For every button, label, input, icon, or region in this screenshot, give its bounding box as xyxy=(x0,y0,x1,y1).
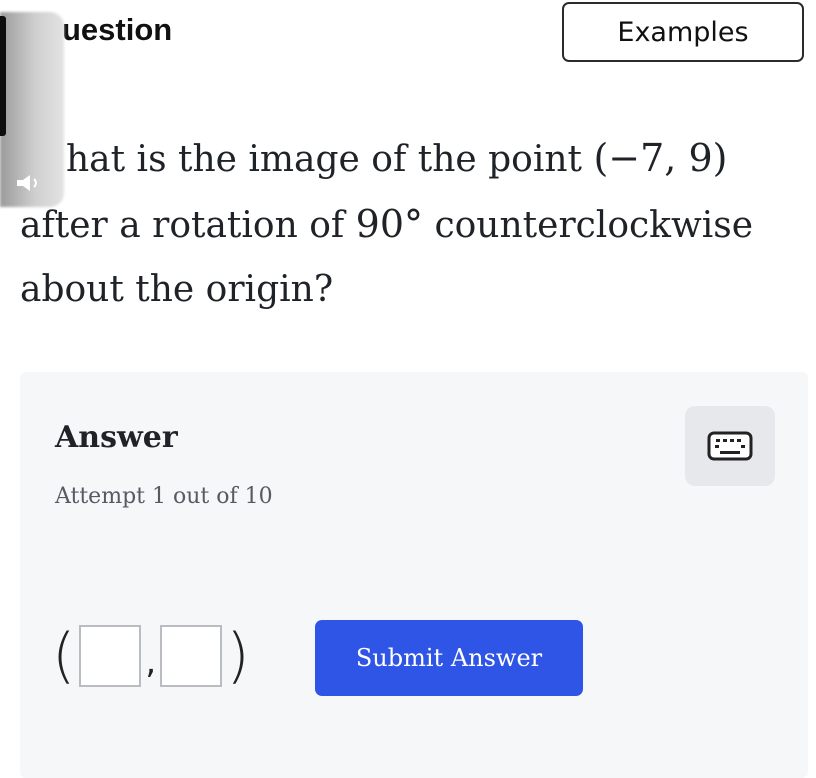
open-paren: ( xyxy=(52,621,76,691)
answer-panel: Answer Attempt 1 out of 10 ( , ) Submit … xyxy=(20,372,808,778)
keyboard-icon xyxy=(707,431,753,461)
question-line-1: hat is the image of the point (−7, 9) xyxy=(20,126,810,192)
question-line-2-end: counterclockwise xyxy=(423,205,754,246)
coordinate-answer-input: ( , ) xyxy=(52,616,250,696)
question-angle: 90° xyxy=(355,202,424,246)
comma-separator: , xyxy=(145,642,157,682)
question-line-2: after a rotation of 90° counterclockwise xyxy=(20,192,810,258)
y-coordinate-input[interactable] xyxy=(160,625,223,687)
question-line-2-text: after a rotation of xyxy=(20,205,356,246)
submit-answer-button[interactable]: Submit Answer xyxy=(315,620,583,696)
x-coordinate-input[interactable] xyxy=(79,625,142,687)
question-text: hat is the image of the point (−7, 9) af… xyxy=(20,126,810,322)
close-paren: ) xyxy=(226,621,250,691)
question-line-1-text: hat is the image of the point xyxy=(66,139,594,180)
examples-button[interactable]: Examples xyxy=(562,2,804,62)
keyboard-button[interactable] xyxy=(685,406,775,486)
answer-heading: Answer xyxy=(55,420,178,455)
question-point: (−7, 9) xyxy=(593,136,728,180)
overlay-edge xyxy=(0,16,6,136)
question-line-3: about the origin? xyxy=(20,269,334,310)
attempt-counter: Attempt 1 out of 10 xyxy=(55,484,273,509)
